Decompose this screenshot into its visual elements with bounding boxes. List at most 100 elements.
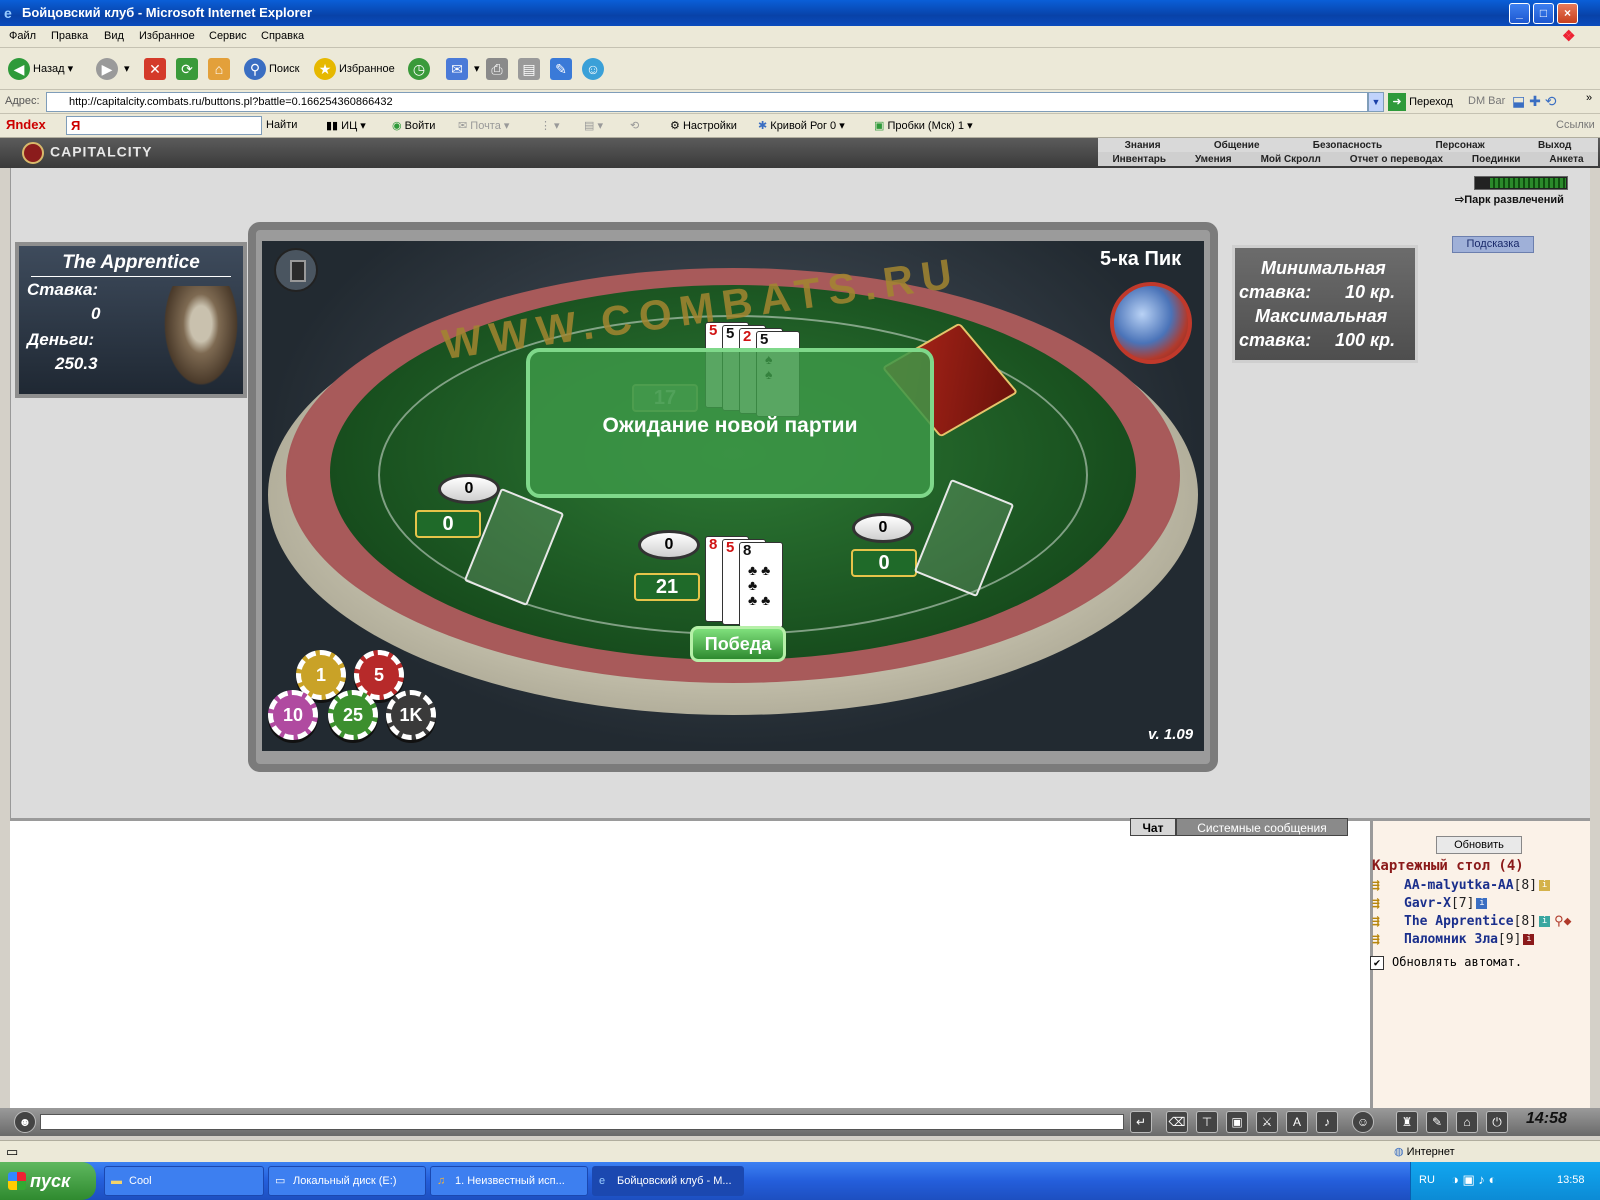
discuss-button[interactable]: ✎ [550,57,575,81]
yandex-find-button[interactable]: Найти [266,119,297,131]
nav-character[interactable]: Персонаж [1435,140,1484,151]
chip-10[interactable]: 10 [268,690,318,740]
gear-icon: ⚙ [670,120,680,132]
yandex-mail-button[interactable]: ✉ Почта ▾ [458,119,509,132]
windows-logo-icon: ❖ [1562,28,1576,45]
address-dropdown-icon[interactable]: ▼ [1368,92,1384,112]
player-list-item[interactable]: ⇶ Паломник Зла[9] i [1372,932,1535,950]
info-icon[interactable]: i [1539,880,1551,891]
send-icon[interactable]: ↵ [1130,1111,1152,1133]
nav-transfer-report[interactable]: Отчет о переводах [1350,154,1443,165]
yandex-misc-icon[interactable]: ⋮ ▾ [540,119,560,132]
yandex-traffic-button[interactable]: ▣ Пробки (Мск) 1 ▾ [874,119,973,132]
player-list-item[interactable]: ⇶ Gavr-X[7] i [1372,896,1488,914]
emoticon-icon[interactable]: ☺ [1352,1111,1374,1133]
hint-button[interactable]: Подсказка [1452,236,1534,253]
private-message-icon[interactable]: ⇶ [1372,914,1394,929]
filter-icon[interactable]: ⊤ [1196,1111,1218,1133]
player-list-item[interactable]: ⇶ AA-malyutka-AA[8] i [1372,878,1551,896]
messenger-button[interactable]: ☺ [582,57,607,81]
yandex-login-button[interactable]: ◉ Войти [392,119,435,132]
nav-inventory[interactable]: Инвентарь [1112,154,1166,165]
yandex-logo[interactable]: Яndex [6,117,46,132]
nav-knowledge[interactable]: Знания [1125,140,1161,151]
sound-icon[interactable]: ♪ [1316,1111,1338,1133]
yandex-rss-icon[interactable]: ⟲ [630,119,639,132]
back-button[interactable]: ◀ Назад ▾ [8,57,73,81]
nav-profile[interactable]: Анкета [1549,154,1583,165]
chat-log[interactable] [10,818,1370,1108]
links-button[interactable]: Ссылки [1556,119,1595,131]
auto-refresh-checkbox[interactable]: ✔ [1370,955,1384,970]
favorites-button[interactable]: ★ Избранное [314,57,395,81]
max-stake-prefix: ставка: [1239,330,1312,350]
info-icon[interactable]: i [1539,916,1551,927]
taskbar-item-disk[interactable]: ▭ Локальный диск (E:) [268,1166,426,1196]
park-link[interactable]: ⇨Парк развлечений [1455,193,1564,206]
nav-communication[interactable]: Общение [1214,140,1260,151]
home-button[interactable]: ⌂ [208,57,233,81]
close-button[interactable]: × [1557,3,1578,24]
nav-skills[interactable]: Умения [1195,154,1232,165]
info-icon[interactable]: i [1476,898,1488,909]
scroll-icon[interactable]: ✎ [1426,1111,1448,1133]
menu-file[interactable]: Файл [9,30,36,42]
exit-door-icon[interactable] [274,248,318,292]
lock-icon[interactable]: ⌂ [1456,1111,1478,1133]
private-message-icon[interactable]: ⇶ [1372,896,1394,911]
stop-button[interactable]: ✕ [144,57,169,81]
menu-favorites[interactable]: Избранное [139,30,195,42]
chat-input[interactable] [40,1114,1124,1130]
tray-icons[interactable]: ◑ ▣ ♪ ◐ [1451,1172,1496,1188]
menu-help[interactable]: Справка [261,30,304,42]
bag-icon[interactable]: ♜ [1396,1111,1418,1133]
yandex-search-input[interactable]: Я [66,116,262,135]
fight-icon[interactable]: ⚔ [1256,1111,1278,1133]
taskbar-item-cool[interactable]: ▬ Cool [104,1166,264,1196]
smile-menu-icon[interactable]: ☻ [14,1111,36,1133]
nav-exit[interactable]: Выход [1538,140,1571,151]
font-icon[interactable]: A [1286,1111,1308,1133]
edit-button[interactable]: ▤ [518,57,543,81]
yandex-weather-button[interactable]: ✱ Кривой Рог 0 ▾ [758,119,845,132]
nav-security[interactable]: Безопасность [1313,140,1382,151]
player-list-item[interactable]: ⇶ The Apprentice[8] i ⚲◆ [1372,914,1571,932]
minimize-button[interactable]: _ [1509,3,1530,24]
info-icon[interactable]: i [1523,934,1535,945]
taskbar-item-player[interactable]: ♫ 1. Неизвестный исп... [430,1166,588,1196]
address-input[interactable]: http://capitalcity.combats.ru/buttons.pl… [46,92,1368,112]
print-button[interactable]: ⎙ [486,57,511,81]
chip-1k[interactable]: 1K [386,690,436,740]
exit-icon[interactable]: ⏻ [1486,1111,1508,1133]
menu-tools[interactable]: Сервис [209,30,247,42]
mail-button[interactable]: ✉ ▾ [446,57,480,81]
chevron-right-icon[interactable]: » [1586,92,1592,104]
start-button[interactable]: пуск [0,1162,96,1200]
forward-button[interactable]: ▶ ▾ [96,57,130,81]
refresh-list-button[interactable]: Обновить [1436,836,1522,854]
go-button[interactable]: ➜ Переход [1388,92,1453,112]
menu-view[interactable]: Вид [104,30,124,42]
history-button[interactable]: ◷ [408,57,433,81]
auto-refresh-row[interactable]: ✔ Обновлять автомат. [1370,955,1522,970]
private-message-icon[interactable]: ⇶ [1372,878,1394,893]
room-title: Картежный стол (4) [1372,858,1524,874]
taskbar-item-browser[interactable]: e Бойцовский клуб - M... [592,1166,744,1196]
eraser-icon[interactable]: ⌫ [1166,1111,1188,1133]
language-indicator[interactable]: RU [1419,1174,1435,1186]
nav-my-scroll[interactable]: Мой Скролл [1261,154,1321,165]
dmbar-icon[interactable]: ⬓ ✚ ⟲ [1512,93,1556,110]
menu-edit[interactable]: Правка [51,30,88,42]
chip-25[interactable]: 25 [328,690,378,740]
maximize-button[interactable]: □ [1533,3,1554,24]
nav-fights[interactable]: Поединки [1472,154,1521,165]
tab-chat[interactable]: Чат [1130,818,1176,836]
yandex-news-icon[interactable]: ▤ ▾ [584,119,603,132]
private-message-icon[interactable]: ⇶ [1372,932,1394,947]
tab-system-messages[interactable]: Системные сообщения [1176,818,1348,836]
refresh-button[interactable]: ⟳ [176,57,201,81]
yandex-ic-button[interactable]: ▮▮ ИЦ ▾ [326,119,366,132]
search-button[interactable]: ⚲ Поиск [244,57,299,81]
yandex-settings-button[interactable]: ⚙ Настройки [670,119,737,132]
save-icon[interactable]: ▣ [1226,1111,1248,1133]
